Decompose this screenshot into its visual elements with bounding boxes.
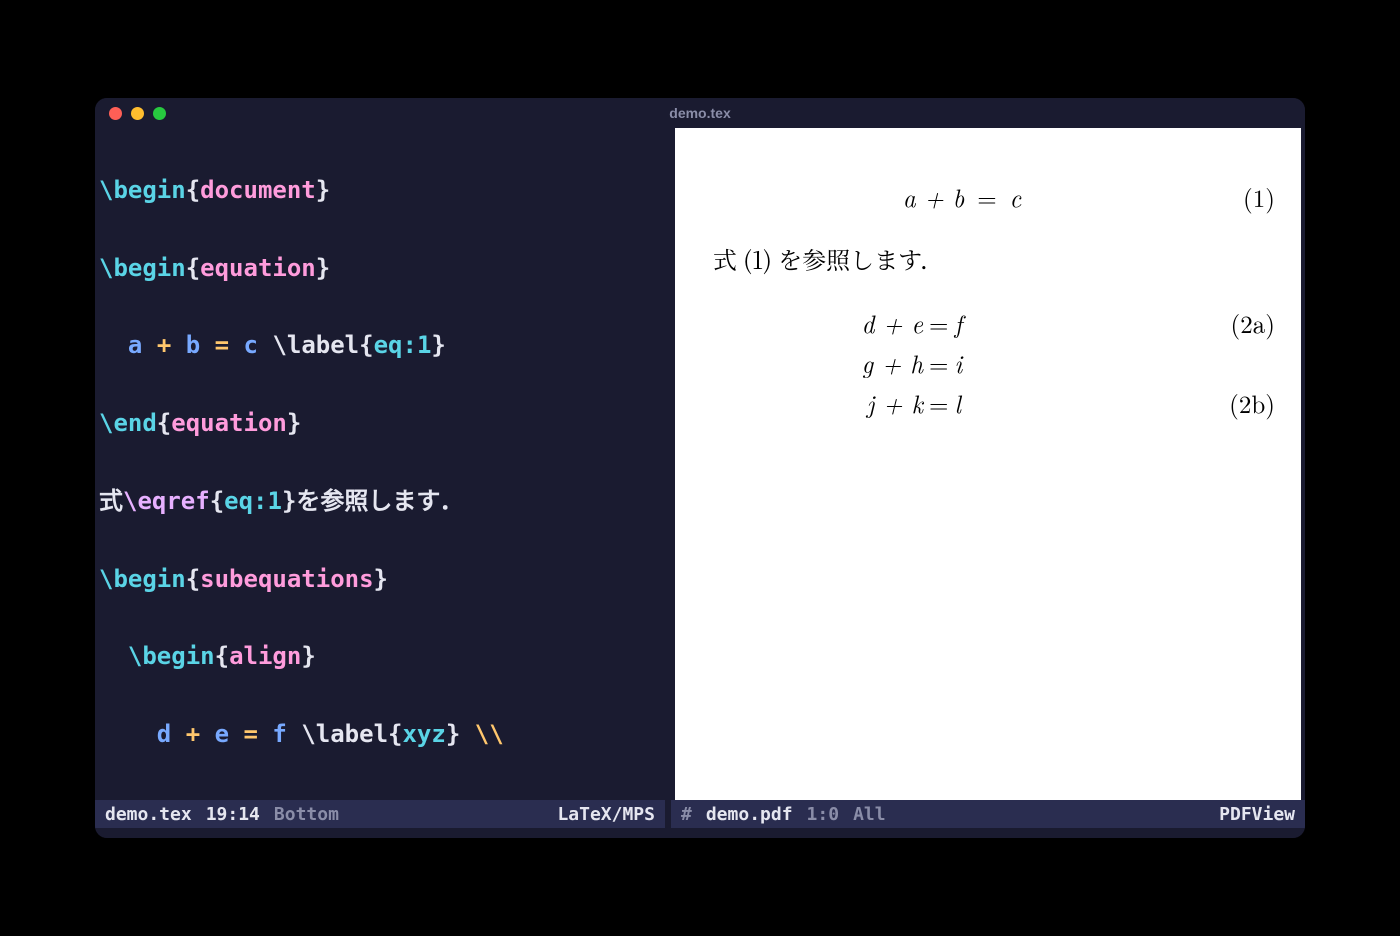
eq-sign: = bbox=[923, 386, 954, 421]
minibuffer[interactable] bbox=[95, 828, 1305, 838]
math-op: = bbox=[215, 331, 229, 359]
eq-lhs: g + h bbox=[713, 346, 923, 381]
modeline-filename: demo.tex bbox=[105, 804, 192, 825]
window-title: demo.tex bbox=[669, 105, 730, 121]
tok-begin: \begin bbox=[128, 642, 215, 670]
titlebar[interactable]: demo.tex bbox=[95, 98, 1305, 128]
brace-open: { bbox=[210, 487, 224, 515]
tok-begin: \begin bbox=[99, 254, 186, 282]
brace-close: } bbox=[374, 565, 388, 593]
split-panes: \begin{document} \begin{equation} a + b … bbox=[95, 128, 1305, 828]
brace-open: { bbox=[186, 254, 200, 282]
math-var: f bbox=[272, 720, 286, 748]
pdf-equation-2a: d + e=f (2a) bbox=[713, 306, 1275, 341]
eq-rhs: f bbox=[954, 306, 962, 341]
close-icon[interactable] bbox=[109, 107, 122, 120]
pdf-align-block: d + e=f (2a) g + h=i j + k=l bbox=[713, 306, 1275, 421]
eq-sign: = bbox=[923, 346, 954, 381]
math-var: c bbox=[244, 331, 258, 359]
env-subequations: subequations bbox=[200, 565, 373, 593]
math-op: = bbox=[244, 720, 258, 748]
tok-begin: \begin bbox=[99, 565, 186, 593]
editor-pane: \begin{document} \begin{equation} a + b … bbox=[95, 128, 665, 828]
eq-sign: = bbox=[973, 180, 1000, 215]
env-equation: equation bbox=[200, 254, 316, 282]
traffic-lights bbox=[109, 107, 166, 120]
arg-xyz: xyz bbox=[402, 720, 445, 748]
modeline-mode: PDFView bbox=[1219, 804, 1295, 825]
env-align: align bbox=[229, 642, 301, 670]
eq-rhs: i bbox=[954, 346, 962, 381]
math-var: b bbox=[186, 331, 200, 359]
editor-modeline[interactable]: demo.tex 19:14 Bottom LaTeX/MPS bbox=[95, 800, 665, 828]
editor-content[interactable]: \begin{document} \begin{equation} a + b … bbox=[95, 128, 665, 800]
arg-eq1: eq:1 bbox=[224, 487, 282, 515]
math-var: e bbox=[215, 720, 229, 748]
eq-rhs: l bbox=[954, 386, 960, 421]
brace-open: { bbox=[186, 565, 200, 593]
tok-eqref: \eqref bbox=[123, 487, 210, 515]
tok-end: \end bbox=[99, 409, 157, 437]
math-var: d bbox=[157, 720, 171, 748]
pdf-modeline[interactable]: # demo.pdf 1:0 All PDFView bbox=[671, 800, 1305, 828]
app-window: demo.tex \begin{document} \begin{equatio… bbox=[95, 98, 1305, 838]
eq-rhs: c bbox=[1010, 180, 1022, 215]
tok-begin: \begin bbox=[99, 176, 186, 204]
pdf-equation-2b: j + k=l (2b) bbox=[713, 386, 1275, 421]
brace-close: } bbox=[301, 642, 315, 670]
modeline-scroll-pos: Bottom bbox=[274, 804, 339, 825]
tok-label: \label bbox=[301, 720, 388, 748]
zoom-icon[interactable] bbox=[153, 107, 166, 120]
pdf-pane: a + b = c (1) 式 (1) を参照します． d + e=f (2a) bbox=[671, 128, 1305, 828]
math-op: + bbox=[157, 331, 171, 359]
math-var: a bbox=[128, 331, 142, 359]
tok-backslash: \\ bbox=[475, 720, 504, 748]
brace-open: { bbox=[388, 720, 402, 748]
brace-close: } bbox=[316, 254, 330, 282]
eq-lhs: d + e bbox=[713, 306, 923, 341]
pdf-equation-2-notag: g + h=i bbox=[713, 346, 1275, 381]
brace-close: } bbox=[446, 720, 460, 748]
ja-text: を参照します． bbox=[296, 487, 463, 515]
eq-lhs: j + k bbox=[713, 386, 923, 421]
eq-tag: (2b) bbox=[1211, 386, 1275, 421]
eq-lhs: a + b bbox=[903, 180, 964, 215]
minimize-icon[interactable] bbox=[131, 107, 144, 120]
env-equation: equation bbox=[171, 409, 287, 437]
ja-text: 式 bbox=[99, 487, 123, 515]
modeline-cursor-pos: 1:0 bbox=[807, 804, 840, 825]
math-op: + bbox=[186, 720, 200, 748]
eq-sign: = bbox=[923, 306, 954, 341]
brace-close: } bbox=[287, 409, 301, 437]
brace-close: } bbox=[282, 487, 296, 515]
brace-close: } bbox=[431, 331, 445, 359]
modeline-filename: demo.pdf bbox=[706, 804, 793, 825]
modeline-mode: LaTeX/MPS bbox=[557, 804, 655, 825]
modeline-prefix: # bbox=[681, 804, 692, 825]
modeline-cursor-pos: 19:14 bbox=[206, 804, 260, 825]
tok-label: \label bbox=[272, 331, 359, 359]
brace-close: } bbox=[316, 176, 330, 204]
eq-tag: (2a) bbox=[1211, 306, 1275, 341]
pdf-ref-line: 式 (1) を参照します． bbox=[713, 241, 1275, 276]
brace-open: { bbox=[157, 409, 171, 437]
modeline-scroll-pos: All bbox=[853, 804, 886, 825]
brace-open: { bbox=[215, 642, 229, 670]
arg-eq1: eq:1 bbox=[374, 331, 432, 359]
pdf-content[interactable]: a + b = c (1) 式 (1) を参照します． d + e=f (2a) bbox=[675, 128, 1301, 800]
env-document: document bbox=[200, 176, 316, 204]
brace-open: { bbox=[186, 176, 200, 204]
pdf-equation-1: a + b = c (1) bbox=[713, 180, 1275, 215]
brace-open: { bbox=[359, 331, 373, 359]
eq-tag: (1) bbox=[1211, 180, 1275, 215]
